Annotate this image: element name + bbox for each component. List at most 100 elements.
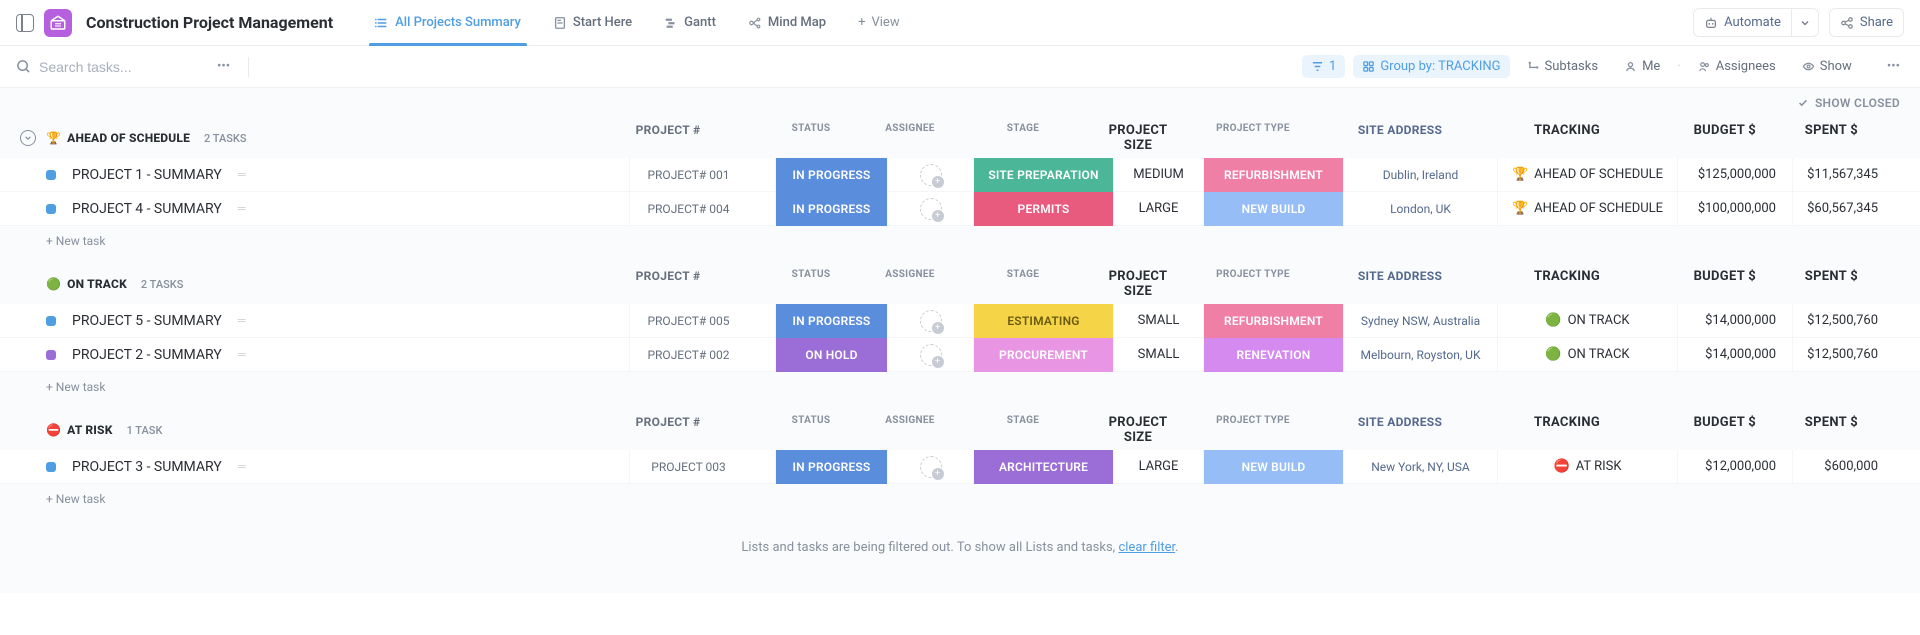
col-tracking[interactable]: TRACKING [1477,269,1657,299]
cell-type[interactable]: NEW BUILD [1203,450,1343,484]
cell-tracking[interactable]: 🟢ON TRACK [1497,304,1677,338]
col-stage[interactable]: STAGE [953,123,1093,153]
cell-type[interactable]: REFURBISHMENT [1203,304,1343,338]
cell-project-num[interactable]: PROJECT# 002 [629,338,747,372]
task-name[interactable]: PROJECT 2 - SUMMARY═ [72,347,629,363]
show-closed-button[interactable]: SHOW CLOSED [1797,96,1900,110]
col-project-num[interactable]: PROJECT # [609,123,727,153]
cell-tracking[interactable]: 🏆AHEAD OF SCHEDULE [1497,192,1677,226]
assignees-chip[interactable]: Assignees [1689,55,1785,78]
cell-add-end[interactable] [1892,338,1920,372]
cell-tracking[interactable]: 🏆AHEAD OF SCHEDULE [1497,158,1677,192]
cell-address[interactable]: New York, NY, USA [1343,450,1497,484]
cell-stage[interactable]: PROCUREMENT [973,338,1113,372]
cell-stage[interactable]: SITE PREPARATION [973,158,1113,192]
cell-budget[interactable]: $14,000,000 [1677,304,1792,338]
col-add[interactable] [727,415,755,445]
col-status[interactable]: STATUS [755,269,867,299]
col-type[interactable]: PROJECT TYPE [1183,123,1323,153]
status-dot[interactable] [46,316,56,326]
cell-project-num[interactable]: PROJECT# 001 [629,158,747,192]
col-project-num[interactable]: PROJECT # [609,269,727,299]
cell-type[interactable]: REFURBISHMENT [1203,158,1343,192]
group-name[interactable]: 🏆AHEAD OF SCHEDULE [46,131,190,145]
col-addr[interactable]: SITE ADDRESS [1323,415,1477,445]
share-button[interactable]: Share [1829,8,1904,37]
cell-assignee[interactable] [887,450,973,484]
me-chip[interactable]: Me [1615,55,1669,78]
col-add-end[interactable] [1872,415,1900,445]
cell-status[interactable]: IN PROGRESS [775,450,887,484]
task-name[interactable]: PROJECT 4 - SUMMARY═ [72,201,629,217]
cell-size[interactable]: LARGE [1113,450,1203,484]
task-row[interactable]: PROJECT 1 - SUMMARY═ PROJECT# 001 IN PRO… [0,158,1920,192]
col-size[interactable]: PROJECT SIZE [1093,123,1183,153]
col-tracking[interactable]: TRACKING [1477,415,1657,445]
show-chip[interactable]: Show [1793,55,1861,78]
cell-address[interactable]: Melbourn, Royston, UK [1343,338,1497,372]
assignee-add-icon[interactable] [920,456,942,478]
drag-handle-icon[interactable]: ═ [238,348,246,361]
groupby-chip[interactable]: Group by: TRACKING [1353,55,1509,78]
cell-status[interactable]: ON HOLD [775,338,887,372]
status-dot[interactable] [46,204,56,214]
cell-tracking[interactable]: 🟢ON TRACK [1497,338,1677,372]
task-row[interactable]: PROJECT 2 - SUMMARY═ PROJECT# 002 ON HOL… [0,338,1920,372]
col-add-end[interactable] [1872,269,1900,299]
col-add-end[interactable] [1872,123,1900,153]
tab-gantt[interactable]: Gantt [650,0,730,46]
automate-dropdown[interactable] [1791,8,1819,37]
task-row[interactable]: PROJECT 3 - SUMMARY═ PROJECT 003 IN PROG… [0,450,1920,484]
cell-project-num[interactable]: PROJECT 003 [629,450,747,484]
app-icon[interactable] [44,9,72,37]
col-status[interactable]: STATUS [755,123,867,153]
cell-stage[interactable]: PERMITS [973,192,1113,226]
tab-start-here[interactable]: Start Here [539,0,646,46]
drag-handle-icon[interactable]: ═ [238,168,246,181]
collapse-icon[interactable] [20,130,36,146]
cell-spent[interactable]: $11,567,345 [1792,158,1892,192]
clear-filter-link[interactable]: clear filter [1118,540,1175,555]
task-row[interactable]: PROJECT 4 - SUMMARY═ PROJECT# 004 IN PRO… [0,192,1920,226]
cell-assignee[interactable] [887,338,973,372]
new-task-button[interactable]: + New task [0,372,1920,402]
col-addr[interactable]: SITE ADDRESS [1323,123,1477,153]
col-status[interactable]: STATUS [755,415,867,445]
cell-address[interactable]: London, UK [1343,192,1497,226]
cell-add-end[interactable] [1892,192,1920,226]
cell-spent[interactable]: $600,000 [1792,450,1892,484]
assignee-add-icon[interactable] [920,198,942,220]
search-input[interactable] [39,59,199,75]
cell-add-end[interactable] [1892,450,1920,484]
tab-mind-map[interactable]: Mind Map [734,0,840,46]
task-name[interactable]: PROJECT 5 - SUMMARY═ [72,313,629,329]
cell-budget[interactable]: $12,000,000 [1677,450,1792,484]
cell-address[interactable]: Sydney NSW, Australia [1343,304,1497,338]
cell-spent[interactable]: $12,500,760 [1792,338,1892,372]
cell-project-num[interactable]: PROJECT# 005 [629,304,747,338]
drag-handle-icon[interactable]: ═ [238,202,246,215]
new-task-button[interactable]: + New task [0,484,1920,514]
col-stage[interactable]: STAGE [953,269,1093,299]
col-budget[interactable]: BUDGET $ [1657,415,1772,445]
col-budget[interactable]: BUDGET $ [1657,269,1772,299]
automate-button[interactable]: Automate [1693,8,1791,37]
drag-handle-icon[interactable]: ═ [238,460,246,473]
cell-spent[interactable]: $12,500,760 [1792,304,1892,338]
toolbar-more-button[interactable]: ••• [1883,55,1904,78]
cell-spent[interactable]: $60,567,345 [1792,192,1892,226]
col-addr[interactable]: SITE ADDRESS [1323,269,1477,299]
new-task-button[interactable]: + New task [0,226,1920,256]
cell-size[interactable]: SMALL [1113,338,1203,372]
col-spent[interactable]: SPENT $ [1772,123,1872,153]
cell-stage[interactable]: ARCHITECTURE [973,450,1113,484]
cell-type[interactable]: NEW BUILD [1203,192,1343,226]
cell-add[interactable] [747,192,775,226]
cell-assignee[interactable] [887,304,973,338]
cell-address[interactable]: Dublin, Ireland [1343,158,1497,192]
cell-add[interactable] [747,304,775,338]
assignee-add-icon[interactable] [920,344,942,366]
cell-add[interactable] [747,158,775,192]
col-size[interactable]: PROJECT SIZE [1093,269,1183,299]
drag-handle-icon[interactable]: ═ [238,314,246,327]
